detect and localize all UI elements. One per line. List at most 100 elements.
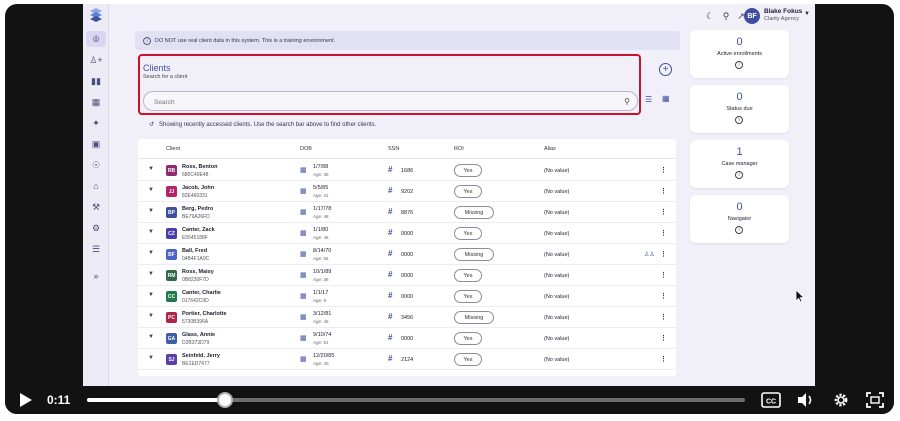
chevron-down-icon[interactable]: ▼	[148, 166, 154, 172]
table-row[interactable]: ▼ RM Ross, Maisy 0B8230F7D ▦ 10/1/89 Age: 36 #0…	[138, 265, 676, 286]
more-options-icon[interactable]: ⋮	[660, 250, 667, 258]
sidebar-expand[interactable]: »	[86, 268, 106, 284]
table-row[interactable]: ▼ RB Ross, Benton 680C40E48 ▦ 1/7/88 Age: 38 #1…	[138, 160, 676, 181]
chevron-down-icon[interactable]: ▼	[148, 208, 154, 214]
chevron-down-icon[interactable]: ▼	[148, 355, 154, 361]
client-name[interactable]: Canter, Zack	[182, 227, 215, 233]
roi-badge[interactable]: Missing	[454, 206, 494, 219]
more-options-icon[interactable]: ⋮	[660, 292, 667, 300]
card-case-manager[interactable]: 1 Case manager i	[690, 140, 789, 188]
roi-badge[interactable]: Yes	[454, 185, 482, 198]
table-row[interactable]: ▼ SJ Seinfeld, Jerry BE1ED7477 ▦ 12/20/85 Age:…	[138, 349, 676, 370]
sidebar-item-lists[interactable]: ☰	[86, 241, 106, 257]
table-row[interactable]: ▼ GA Glass, Annie D2B373D79 ▦ 9/10/74 Age: 51 #…	[138, 328, 676, 349]
roi-badge[interactable]: Missing	[454, 248, 494, 261]
sidebar-item-admin[interactable]: ⚒	[86, 199, 106, 215]
table-row[interactable]: ▼ CZ Canter, Zack E5545188F ▦ 1/1/80 Age: 46 #0…	[138, 223, 676, 244]
video-controls: 0:11 CC	[5, 386, 894, 414]
client-id: 82E460331	[182, 193, 208, 199]
calendar-icon: ▦	[300, 335, 307, 342]
sidebar-item-tools[interactable]: ✦	[86, 115, 106, 131]
sidebar-item-calendar[interactable]: ▦	[86, 94, 106, 110]
chevron-down-icon[interactable]: ▼	[148, 313, 154, 319]
filter-icon[interactable]: ☰	[645, 95, 652, 104]
col-ssn[interactable]: SSN	[388, 146, 399, 152]
add-client-button[interactable]: +	[659, 63, 672, 76]
bar-chart-icon: ▮▮	[91, 75, 101, 86]
roi-badge[interactable]: Yes	[454, 290, 482, 303]
sidebar-item-add-person[interactable]: ♙+	[86, 52, 106, 68]
roi-badge[interactable]: Yes	[454, 227, 482, 240]
roi-badge[interactable]: Missing	[454, 311, 494, 324]
chevron-down-icon[interactable]: ▼	[804, 11, 810, 17]
chevron-down-icon[interactable]: ▼	[148, 187, 154, 193]
more-options-icon[interactable]: ⋮	[660, 355, 667, 363]
calendar-icon: ▦	[300, 293, 307, 300]
more-options-icon[interactable]: ⋮	[660, 229, 667, 237]
search-bar[interactable]: ⚲	[143, 91, 638, 111]
search-input[interactable]	[154, 96, 594, 108]
client-name[interactable]: Ross, Benton	[182, 164, 217, 170]
card-status-due[interactable]: 0 Status due i	[690, 85, 789, 133]
roi-badge[interactable]: Yes	[454, 332, 482, 345]
search-icon[interactable]: ⚲	[624, 97, 630, 106]
captions-button[interactable]: CC	[760, 391, 782, 409]
more-options-icon[interactable]: ⋮	[660, 271, 667, 279]
card-active-enrollments[interactable]: 0 Active enrollments i	[690, 30, 789, 78]
more-options-icon[interactable]: ⋮	[660, 208, 667, 216]
volume-button[interactable]	[796, 391, 816, 409]
chevron-down-icon[interactable]: ▼	[148, 250, 154, 256]
more-options-icon[interactable]: ⋮	[660, 334, 667, 342]
info-icon[interactable]: i	[735, 226, 743, 234]
info-icon[interactable]: i	[735, 61, 743, 69]
sidebar-item-clients[interactable]: ♔	[86, 31, 106, 47]
chevron-down-icon[interactable]: ▼	[148, 271, 154, 277]
client-name[interactable]: Berg, Pedro	[182, 206, 213, 212]
columns-icon[interactable]: ▦	[662, 94, 670, 103]
sidebar-item-settings[interactable]: ⚙	[86, 220, 106, 236]
chevron-down-icon[interactable]: ▼	[148, 229, 154, 235]
sidebar-item-reports[interactable]: ▮▮	[86, 73, 106, 89]
info-icon[interactable]: i	[735, 171, 743, 179]
info-icon[interactable]: i	[735, 116, 743, 124]
sidebar-item-locations[interactable]: ☉	[86, 157, 106, 173]
roi-badge[interactable]: Yes	[454, 269, 482, 282]
group-icon[interactable]: ♙♙	[644, 251, 655, 258]
settings-button[interactable]	[831, 391, 851, 409]
user-name[interactable]: Blake Fokus	[764, 8, 802, 15]
chevron-down-icon[interactable]: ▼	[148, 334, 154, 340]
card-navigator[interactable]: 0 Navigator i	[690, 195, 789, 243]
col-dob[interactable]: DOB	[300, 146, 312, 152]
client-name[interactable]: Seinfeld, Jerry	[182, 353, 220, 359]
client-name[interactable]: Ross, Maisy	[182, 269, 214, 275]
sidebar-item-housing[interactable]: ⌂	[86, 178, 106, 194]
client-name[interactable]: Glass, Annie	[182, 332, 215, 338]
user-avatar[interactable]: BF	[744, 8, 760, 24]
dark-mode-icon[interactable]: ☾	[704, 10, 716, 22]
sidebar-item-schedule[interactable]: ▣	[86, 136, 106, 152]
more-options-icon[interactable]: ⋮	[660, 166, 667, 174]
play-icon[interactable]	[19, 392, 33, 408]
client-name[interactable]: Ball, Fred	[182, 248, 207, 254]
more-options-icon[interactable]: ⋮	[660, 313, 667, 321]
table-row[interactable]: ▼ PC Portier, Charlotte 5730B396A ▦ 3/12/81 Ag…	[138, 307, 676, 328]
table-row[interactable]: ▼ BP Berg, Pedro BE79A26FD ▦ 1/17/78 Age: 48 #8…	[138, 202, 676, 223]
client-name[interactable]: Jacob, John	[182, 185, 214, 191]
col-client[interactable]: Client	[166, 146, 180, 152]
table-row[interactable]: ▼ JJ Jacob, John 82E460331 ▦ 5/5/85 Age: 41 #92…	[138, 181, 676, 202]
chevron-down-icon[interactable]: ▼	[148, 292, 154, 298]
seek-bar[interactable]	[87, 398, 745, 402]
house-icon: ⌂	[93, 181, 99, 191]
table-row[interactable]: ▼ CC Canter, Charlie 017642C9D ▦ 1/1/17 Age: 9…	[138, 286, 676, 307]
fullscreen-button[interactable]	[865, 391, 885, 409]
roi-badge[interactable]: Yes	[454, 353, 482, 366]
roi-badge[interactable]: Yes	[454, 164, 482, 177]
col-alias[interactable]: Alias	[544, 146, 556, 152]
col-roi[interactable]: ROI	[454, 146, 464, 152]
seek-handle[interactable]	[217, 392, 233, 408]
client-name[interactable]: Portier, Charlotte	[182, 311, 227, 317]
table-row[interactable]: ▼ BF Ball, Fred 04B4F1A0C ▦ 8/14/70 Age: 55 #00…	[138, 244, 676, 265]
search-icon[interactable]: ⚲	[720, 10, 732, 22]
client-name[interactable]: Canter, Charlie	[182, 290, 221, 296]
more-options-icon[interactable]: ⋮	[660, 187, 667, 195]
